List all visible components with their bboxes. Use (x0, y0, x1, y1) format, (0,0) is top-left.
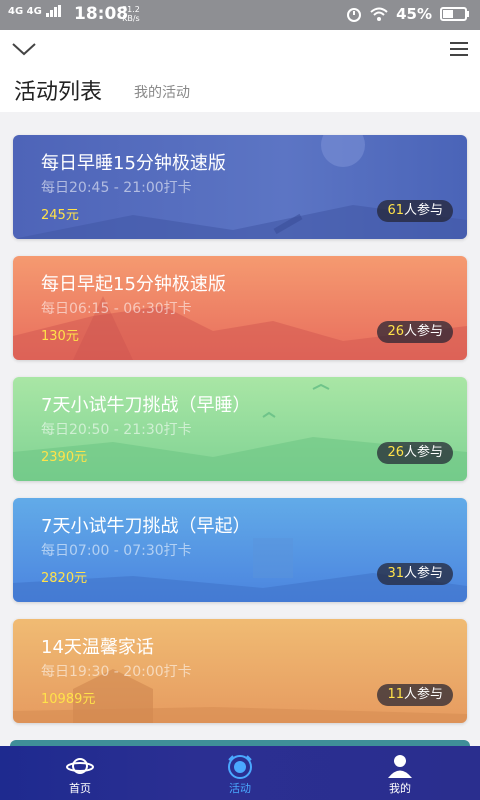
tab-activity[interactable]: 活动 (190, 746, 290, 800)
card-time: 每日19:30 - 20:00打卡 (41, 664, 192, 680)
activity-icon (228, 755, 252, 779)
tab-home[interactable]: 首页 (30, 746, 130, 800)
signal-indicator: 4G 4G (8, 5, 62, 17)
card-title: 每日早起15分钟极速版 (41, 274, 226, 295)
participant-badge: 11人参与 (377, 684, 453, 706)
speed-unit: KB/s (122, 14, 140, 23)
participant-suffix: 人参与 (403, 687, 443, 702)
my-activities-link[interactable]: 我的活动 (134, 82, 190, 102)
participant-count: 11 (387, 687, 404, 702)
battery-level: 45% (396, 5, 432, 23)
card-time: 每日20:45 - 21:00打卡 (41, 180, 192, 196)
activity-card[interactable]: 14天温馨家话 每日19:30 - 20:00打卡 10989元 11人参与 (13, 619, 467, 723)
clock: 18:08 (74, 4, 129, 24)
activity-card[interactable]: 7天小试牛刀挑战（早起） 每日07:00 - 07:30打卡 2820元 31人… (13, 498, 467, 602)
participant-suffix: 人参与 (403, 203, 443, 218)
battery-icon (440, 7, 469, 21)
participant-badge: 61人参与 (377, 200, 453, 222)
signal-icon (45, 5, 61, 17)
activity-card[interactable]: 每日早起15分钟极速版 每日06:15 - 06:30打卡 130元 26人参与 (13, 256, 467, 360)
bottom-tab-bar: 首页 活动 我的 (0, 740, 480, 800)
participant-count: 26 (387, 445, 404, 460)
tab-home-label: 首页 (69, 782, 91, 795)
card-title: 每日早睡15分钟极速版 (41, 153, 226, 174)
participant-count: 26 (387, 324, 404, 339)
participant-suffix: 人参与 (403, 324, 443, 339)
network-speed: 31.2 KB/s (122, 5, 140, 23)
card-title: 7天小试牛刀挑战（早睡） (41, 395, 251, 416)
participant-badge: 26人参与 (377, 321, 453, 343)
card-time: 每日06:15 - 06:30打卡 (41, 301, 192, 317)
participant-badge: 31人参与 (377, 563, 453, 585)
card-price: 2820元 (41, 571, 88, 586)
participant-suffix: 人参与 (403, 445, 443, 460)
participant-count: 61 (387, 203, 404, 218)
page-title: 活动列表 (14, 80, 103, 105)
chevron-down-icon[interactable] (12, 42, 36, 56)
participant-count: 31 (387, 566, 404, 581)
wifi-icon (370, 7, 388, 21)
activity-card[interactable]: 7天小试牛刀挑战（早睡） 每日20:50 - 21:30打卡 2390元 26人… (13, 377, 467, 481)
card-time: 每日07:00 - 07:30打卡 (41, 543, 192, 559)
menu-icon[interactable] (450, 42, 468, 58)
tab-mine-label: 我的 (389, 782, 411, 795)
participant-badge: 26人参与 (377, 442, 453, 464)
card-price: 245元 (41, 208, 79, 223)
card-time: 每日20:50 - 21:30打卡 (41, 422, 192, 438)
card-title: 7天小试牛刀挑战（早起） (41, 516, 251, 537)
tab-activity-label: 活动 (229, 782, 251, 795)
speed-value: 31.2 (122, 5, 140, 14)
page-header: 活动列表 我的活动 (0, 30, 480, 112)
card-price: 10989元 (41, 692, 96, 707)
participant-suffix: 人参与 (403, 566, 443, 581)
card-price: 2390元 (41, 450, 88, 465)
card-title: 14天温馨家话 (41, 637, 154, 658)
status-bar: 4G 4G 18:08 31.2 KB/s 45% (0, 0, 480, 30)
network-label: 4G 4G (8, 5, 42, 17)
activity-card[interactable]: 每日早睡15分钟极速版 每日20:45 - 21:00打卡 245元 61人参与 (13, 135, 467, 239)
tab-mine[interactable]: 我的 (350, 746, 450, 800)
card-price: 130元 (41, 329, 79, 344)
planet-icon (66, 758, 94, 774)
status-right: 45% (346, 5, 470, 23)
user-icon (388, 755, 412, 778)
alarm-icon (347, 8, 362, 22)
